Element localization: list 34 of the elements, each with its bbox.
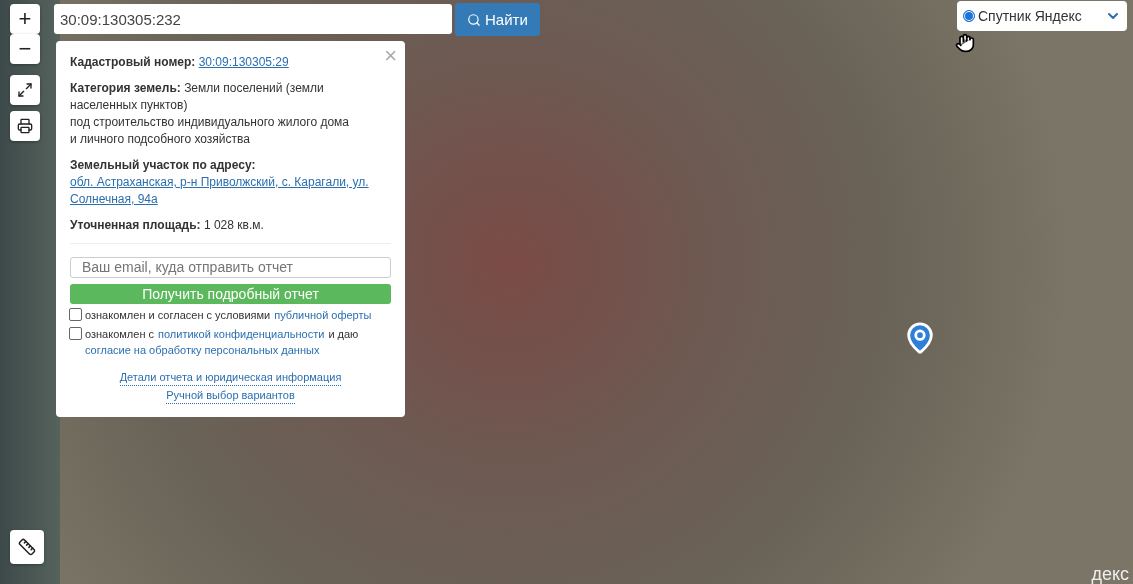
consent-checkbox[interactable] xyxy=(69,326,82,340)
consent-text: ознакомлен и согласен с условиями xyxy=(85,307,271,323)
layer-label: Спутник Яндекс xyxy=(978,8,1083,24)
expand-icon xyxy=(17,82,33,98)
details-link[interactable]: Ручной выбор вариантов xyxy=(166,388,295,404)
layer-select[interactable]: Спутник Яндекс xyxy=(957,1,1127,31)
search-field[interactable]: 30:09:130305:232 xyxy=(54,4,452,34)
hand-cursor-icon xyxy=(955,33,975,53)
ruler-icon xyxy=(18,538,36,556)
details-link[interactable]: Детали отчета и юридическая информация xyxy=(119,370,342,386)
printer-icon xyxy=(17,118,33,134)
consent-link[interactable]: политикой конфиденциальности xyxy=(158,325,325,342)
radio-icon xyxy=(963,10,975,22)
cadastral-label: Кадастровый номер: xyxy=(70,55,196,69)
find-button[interactable]: Найти xyxy=(455,3,540,36)
consent-link[interactable]: согласие на обработку персональных данных xyxy=(85,341,320,358)
address-link[interactable]: обл. Астраханская, р-н Приволжский, с. Карагали, ул. Солнечная, 94а xyxy=(70,174,391,208)
cadastral-link[interactable]: 30:09:130305:29 xyxy=(198,55,289,69)
address-label: Земельный участок по адресу: xyxy=(70,158,256,172)
land-category: Категория земель: Земли поселений (земли населенных пунктов) под строительство индивидуального жилого дома и личного подсобного хозяйства xyxy=(70,80,351,148)
zoom-in-button[interactable]: + xyxy=(10,4,40,34)
map-logo: декс xyxy=(1091,564,1129,584)
land-area: Уточненная площадь: 1 028 кв.м. xyxy=(70,217,391,244)
print-button[interactable] xyxy=(10,111,40,141)
email-field[interactable]: Ваш email, куда отправить отчет xyxy=(70,257,391,278)
consent-link[interactable]: публичной оферты xyxy=(274,306,372,323)
consent-checkbox[interactable] xyxy=(69,307,82,321)
search-icon xyxy=(467,12,481,27)
satellite-map[interactable] xyxy=(0,0,1133,584)
fullscreen-button[interactable] xyxy=(10,75,40,105)
consent-text: ознакомлен с xyxy=(85,326,154,342)
ruler-button[interactable] xyxy=(10,530,44,564)
consent-text: и даю xyxy=(328,326,359,342)
zoom-out-button[interactable]: − xyxy=(10,34,40,64)
